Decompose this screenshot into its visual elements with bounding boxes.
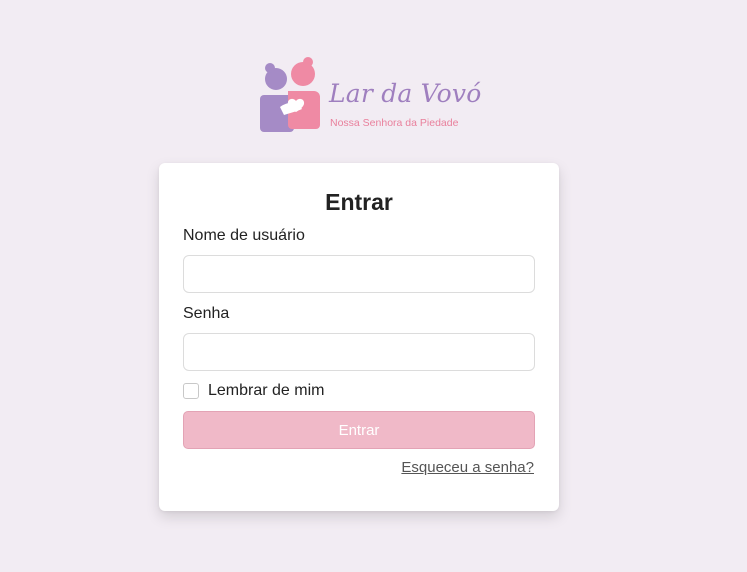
username-label: Nome de usuário [183, 227, 305, 244]
remember-me[interactable]: Lembrar de mim [183, 382, 324, 400]
login-title: Entrar [325, 189, 393, 215]
remember-checkbox[interactable] [183, 383, 199, 399]
password-label: Senha [183, 305, 230, 322]
remember-label: Lembrar de mim [208, 382, 325, 399]
logo: Lar da Vovó Nossa Senhora da Piedade [258, 57, 481, 137]
logo-subtitle: Nossa Senhora da Piedade [330, 117, 459, 129]
password-input[interactable] [183, 333, 535, 371]
family-hug-icon [260, 57, 320, 132]
forgot-password-link[interactable]: Esqueceu a senha? [401, 459, 534, 476]
login-button[interactable]: Entrar [183, 411, 535, 449]
login-card: Entrar Nome de usuário Senha Lembrar de … [159, 163, 559, 511]
logo-title: Lar da Vovó [329, 79, 482, 108]
login-button-label: Entrar [338, 421, 380, 439]
username-input[interactable] [183, 255, 535, 293]
